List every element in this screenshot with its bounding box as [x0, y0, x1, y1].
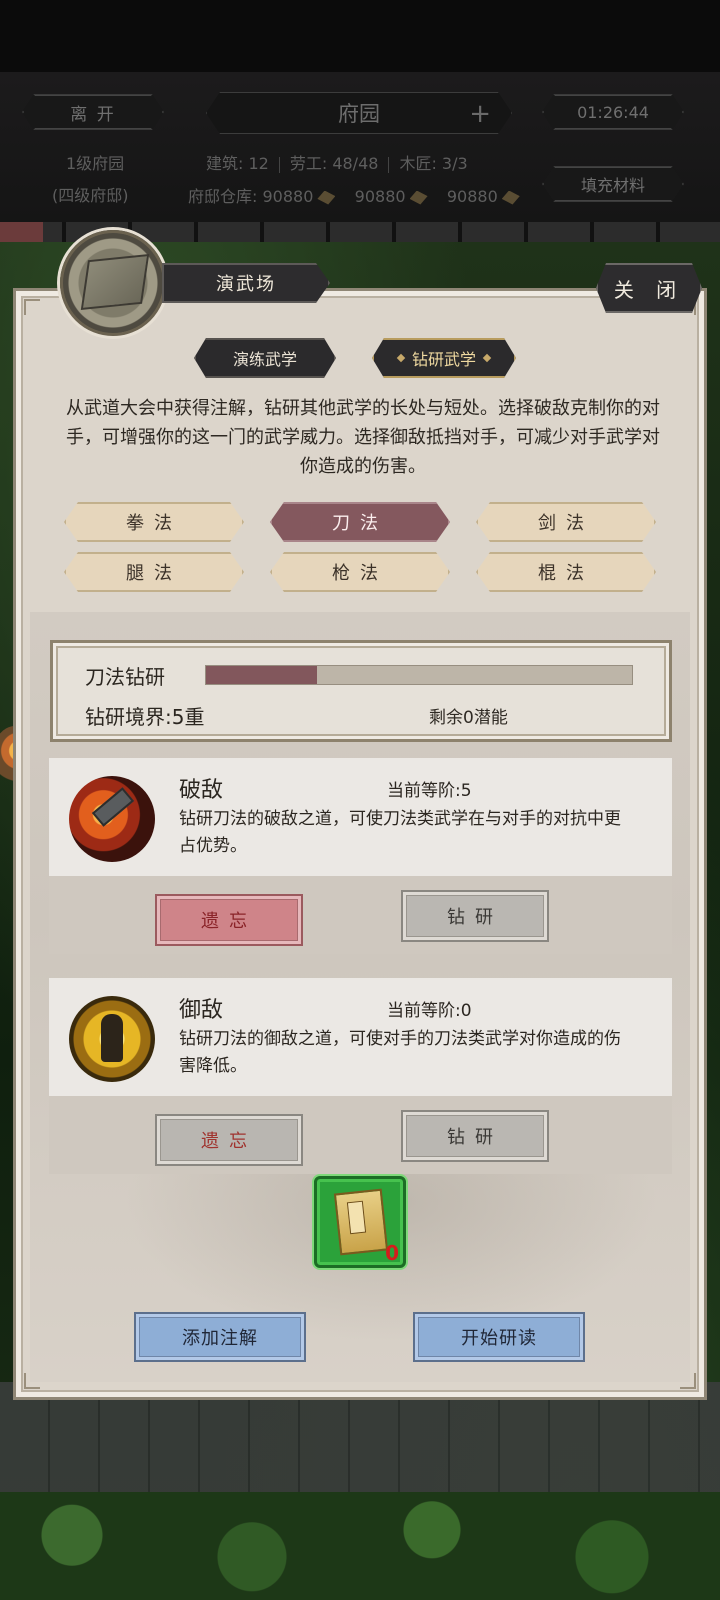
close-button[interactable]: 关 闭: [596, 263, 702, 313]
resource-stone-value: 90880: [446, 187, 498, 206]
carpenters-count: 木匠: 3/3: [399, 154, 468, 173]
category-spear[interactable]: 枪法: [270, 552, 450, 592]
resource-wood-value: 90880: [262, 187, 314, 206]
skill-name: 破敌: [179, 778, 224, 803]
tab-label: 钻研武学: [411, 350, 476, 369]
research-title: 刀法钻研: [85, 665, 165, 689]
buildings-count: 建筑: 12: [206, 154, 269, 173]
research-description: 从武道大会中获得注解，钻研其他武学的长处与短处。选择破敌克制你的对手，可增强你的…: [66, 398, 660, 477]
workers-count: 劳工: 48/48: [289, 154, 379, 173]
forget-button[interactable]: 遗忘: [155, 1114, 303, 1166]
skill-level: 当前等阶:0: [387, 1001, 472, 1021]
warehouse-resources: 府邸仓库: 90880 90880 90880: [188, 183, 524, 207]
facility-title: 演武场: [162, 263, 330, 303]
skill-description: 钻研刀法的破敌之道，可使刀法类武学在与对手的对抗中更占优势。: [179, 809, 621, 856]
diamond-ornament-icon: [483, 354, 491, 362]
leave-button[interactable]: 离 开: [22, 94, 164, 130]
category-fist[interactable]: 拳法: [64, 502, 244, 542]
forget-button[interactable]: 遗忘: [155, 894, 303, 946]
top-hud: 离 开 府园 + 01:26:44 1级府园 (四级府邸) 建筑: 12 劳工: …: [0, 72, 720, 242]
skill-card-header: 御敌 当前等阶:0 钻研刀法的御敌之道，可使对手的刀法类武学对你造成的伤害降低。: [49, 978, 672, 1096]
research-progress-fill: [206, 666, 317, 684]
tab-label: 演练武学: [232, 350, 297, 369]
hud-progress-fill: [0, 222, 44, 242]
research-progress-bar: [205, 665, 633, 685]
stone-icon: [501, 190, 520, 205]
facility-arena-icon: [60, 230, 166, 336]
panel-corner: [24, 299, 40, 315]
tab-practice-martial-arts[interactable]: 演练武学: [194, 338, 336, 378]
research-realm: 钻研境界:5重: [85, 705, 205, 729]
hedge-bushes: [0, 1492, 720, 1600]
remaining-potential: 剩余0潜能: [429, 708, 508, 728]
mansion-level: (四级府邸): [52, 186, 129, 205]
skill-card-header: 破敌 当前等阶:5 钻研刀法的破敌之道，可使刀法类武学在与对手的对抗中更占优势。: [49, 758, 672, 876]
hud-title: 府园 +: [206, 92, 512, 134]
blade-manual-book-icon: [333, 1188, 389, 1256]
skill-level: 当前等阶:5: [387, 781, 472, 801]
category-sword[interactable]: 剑法: [476, 502, 656, 542]
add-annotation-button[interactable]: 添加注解: [134, 1312, 306, 1362]
timer: 01:26:44: [542, 94, 684, 130]
category-blade[interactable]: 刀法: [270, 502, 450, 542]
research-status-box: 刀法钻研 钻研境界:5重 剩余0潜能: [50, 640, 672, 742]
skill-description: 钻研刀法的御敌之道，可使对手的刀法类武学对你造成的伤害降低。: [179, 1029, 621, 1076]
skill-card-guard: 御敌 当前等阶:0 钻研刀法的御敌之道，可使对手的刀法类武学对你造成的伤害降低。…: [49, 978, 672, 1174]
garden-level: 1级府园: [66, 154, 125, 173]
wood-icon: [317, 190, 336, 205]
guarding-warrior-icon: [69, 996, 155, 1082]
add-icon[interactable]: +: [469, 99, 491, 129]
start-reading-button[interactable]: 开始研读: [413, 1312, 585, 1362]
fill-materials-button[interactable]: 填充材料: [542, 166, 684, 202]
skill-name: 御敌: [179, 998, 224, 1023]
study-button[interactable]: 钻研: [401, 1110, 549, 1162]
arena-tile: [80, 254, 150, 310]
skill-card-breaker: 破敌 当前等阶:5 钻研刀法的破敌之道，可使刀法类武学在与对手的对抗中更占优势。…: [49, 758, 672, 954]
tool-icon: [409, 190, 428, 205]
category-staff[interactable]: 棍法: [476, 552, 656, 592]
tab-research-martial-arts[interactable]: 钻研武学: [372, 338, 516, 378]
study-button[interactable]: 钻研: [401, 890, 549, 942]
item-count: 0: [385, 1241, 399, 1265]
divider: [278, 156, 280, 173]
category-kick[interactable]: 腿法: [64, 552, 244, 592]
shattering-hammer-icon: [69, 776, 155, 862]
resource-iron-value: 90880: [354, 187, 406, 206]
diamond-ornament-icon: [397, 354, 405, 362]
divider: [388, 156, 390, 173]
warehouse-label: 府邸仓库:: [188, 187, 258, 206]
annotation-item-slot[interactable]: 0: [314, 1176, 406, 1268]
hud-stats: 建筑: 12 劳工: 48/48 木匠: 3/3: [206, 150, 468, 174]
hud-title-text: 府园: [338, 102, 380, 126]
